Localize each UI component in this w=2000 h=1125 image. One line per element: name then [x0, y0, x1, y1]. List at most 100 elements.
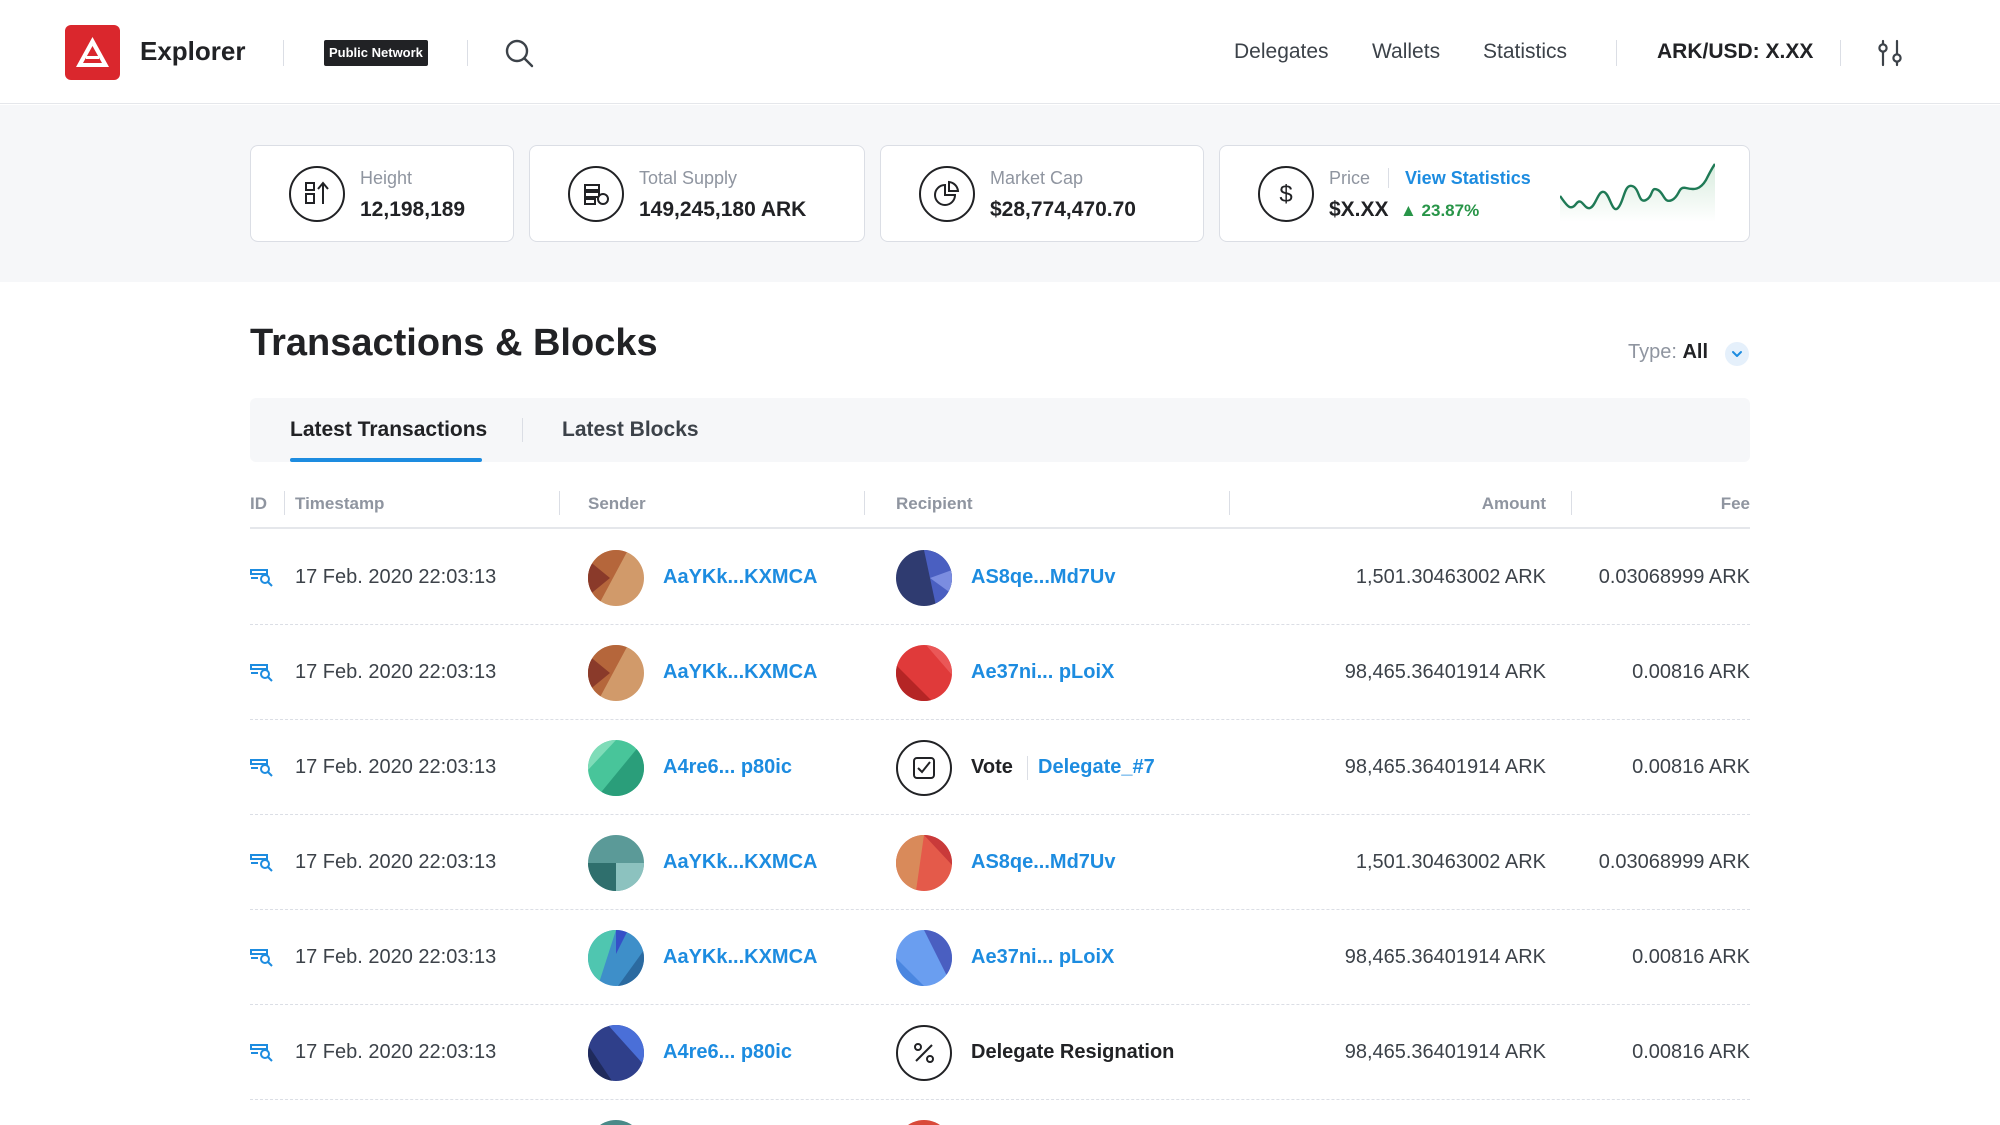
nav-delegates[interactable]: Delegates: [1234, 40, 1329, 64]
delegate-link[interactable]: Delegate_#7: [1038, 756, 1155, 779]
sender-avatar: [588, 930, 644, 986]
table-row: 17 Feb. 2020 22:03:13 AaYKk...KXMCA Ae37…: [250, 625, 1750, 720]
type-filter-value: All: [1682, 341, 1709, 363]
amount: 98,465.36401914 ARK: [1344, 1041, 1546, 1063]
sender-avatar: [588, 550, 644, 606]
col-header-fee: Fee: [1720, 494, 1750, 513]
header-divider: [1840, 40, 1841, 66]
sender-avatar: [588, 835, 644, 891]
pie-chart-icon: [919, 166, 975, 222]
transaction-lookup-icon[interactable]: [250, 1042, 274, 1062]
transaction-lookup-icon[interactable]: [250, 662, 274, 682]
tab-latest-blocks[interactable]: Latest Blocks: [562, 418, 699, 442]
fee: 0.00816 ARK: [1632, 946, 1750, 968]
network-badge: Public Network: [324, 40, 428, 66]
col-divider: [559, 491, 560, 515]
chevron-down-icon[interactable]: [1725, 342, 1749, 366]
fee: 0.03068999 ARK: [1598, 851, 1750, 873]
stat-value: $28,774,470.70: [990, 198, 1136, 221]
table-row: 17 Feb. 2020 22:03:13 AaYKk...KXMCA AS8q…: [250, 530, 1750, 625]
sender-address-link[interactable]: AaYKk...KXMCA: [663, 946, 817, 969]
transaction-lookup-icon[interactable]: [250, 567, 274, 587]
stat-label: Height: [360, 168, 413, 188]
amount: 98,465.36401914 ARK: [1344, 756, 1546, 778]
recipient-avatar: [896, 835, 952, 891]
search-icon[interactable]: [502, 36, 536, 70]
sender-address-link[interactable]: AaYKk...KXMCA: [663, 661, 817, 684]
recipient-address-link[interactable]: AS8qe...Md7Uv: [971, 566, 1115, 589]
amount: 1,501.30463002 ARK: [1355, 851, 1546, 873]
col-header-id: ID: [250, 494, 267, 513]
tabs: Latest Transactions Latest Blocks: [250, 398, 1750, 462]
sender-address-link[interactable]: AaYKk...KXMCA: [663, 566, 817, 589]
timestamp: 17 Feb. 2020 22:03:13: [295, 661, 497, 683]
col-header-recipient: Recipient: [896, 494, 973, 513]
col-header-sender: Sender: [588, 494, 646, 513]
fee: 0.00816 ARK: [1632, 756, 1750, 778]
view-statistics-link[interactable]: View Statistics: [1405, 168, 1531, 189]
supply-coins-icon: [568, 166, 624, 222]
col-divider: [1571, 491, 1572, 515]
stat-value: 149,245,180 ARK: [639, 198, 807, 221]
nav-statistics[interactable]: Statistics: [1483, 40, 1567, 64]
fee: 0.00816 ARK: [1632, 1041, 1750, 1063]
timestamp: 17 Feb. 2020 22:03:13: [295, 946, 497, 968]
fee: 0.00816 ARK: [1632, 661, 1750, 683]
fee: 0.03068999 ARK: [1598, 566, 1750, 588]
timestamp: 17 Feb. 2020 22:03:13: [295, 756, 497, 778]
timestamp: 17 Feb. 2020 22:03:13: [295, 566, 497, 588]
transaction-lookup-icon[interactable]: [250, 852, 274, 872]
recipient-avatar: [896, 550, 952, 606]
svg-text:$: $: [1279, 181, 1292, 208]
stat-value: 12,198,189: [360, 198, 466, 221]
table-row: 17 Feb. 2020 22:03:13 A4re6... p80ic Del…: [250, 1005, 1750, 1100]
recipient-address-link[interactable]: AS8qe...Md7Uv: [971, 851, 1115, 874]
recipient-address-link[interactable]: Ae37ni... pLoiX: [971, 946, 1114, 969]
timestamp: 17 Feb. 2020 22:03:13: [295, 1041, 497, 1063]
table-row: 17 Feb. 2020 22:03:13 A4re6... p80ic Vot…: [250, 720, 1750, 815]
sender-avatar: [588, 645, 644, 701]
recipient-address-link[interactable]: Ae37ni... pLoiX: [971, 661, 1114, 684]
stat-label: Price: [1329, 168, 1371, 188]
sender-address-link[interactable]: AaYKk...KXMCA: [663, 851, 817, 874]
sender-avatar: [588, 1120, 644, 1125]
label-divider: [1388, 168, 1389, 188]
table-row: 17 Feb. 2020 22:03:13 AaYKk...KXMCA Ae37…: [250, 910, 1750, 1005]
sender-avatar: [588, 740, 644, 796]
percent-resignation-icon: [896, 1025, 952, 1081]
sender-address-link[interactable]: A4re6... p80ic: [663, 756, 792, 779]
stat-value: $X.XX: [1329, 198, 1389, 221]
recipient-avatar: [896, 645, 952, 701]
col-header-amount: Amount: [1481, 494, 1546, 513]
transaction-lookup-icon[interactable]: [250, 947, 274, 967]
height-icon: [289, 166, 345, 222]
ark-logo-icon[interactable]: [65, 25, 120, 80]
table-header-rule: [250, 527, 1750, 529]
transaction-lookup-icon[interactable]: [250, 757, 274, 777]
recipient-avatar: [896, 930, 952, 986]
stat-label: Market Cap: [990, 168, 1084, 188]
header-divider: [283, 40, 284, 66]
header-divider: [467, 40, 468, 66]
stat-card-height: Height 12,198,189: [250, 145, 514, 242]
stat-card-supply: Total Supply 149,245,180 ARK: [529, 145, 865, 242]
nav-wallets[interactable]: Wallets: [1372, 40, 1440, 64]
tab-latest-transactions[interactable]: Latest Transactions: [290, 418, 487, 442]
col-divider: [1229, 491, 1230, 515]
sender-avatar: [588, 1025, 644, 1081]
stat-label: Total Supply: [639, 168, 738, 188]
transaction-type-label: Delegate Resignation: [971, 1041, 1175, 1063]
recipient-avatar: [896, 1120, 952, 1125]
col-header-timestamp: Timestamp: [295, 494, 385, 513]
sender-address-link[interactable]: A4re6... p80ic: [663, 1041, 792, 1064]
page-title: Transactions & Blocks: [250, 322, 658, 364]
type-filter[interactable]: Type: All: [1628, 341, 1708, 364]
type-filter-label: Type:: [1628, 341, 1683, 363]
col-divider: [864, 491, 865, 515]
tab-divider: [522, 418, 523, 442]
settings-sliders-icon[interactable]: [1874, 36, 1906, 70]
price-change: ▲ 23.87%: [1400, 201, 1480, 220]
dollar-icon: $: [1258, 166, 1314, 222]
price-sparkline: [1560, 163, 1715, 222]
brand-title: Explorer: [140, 36, 246, 66]
